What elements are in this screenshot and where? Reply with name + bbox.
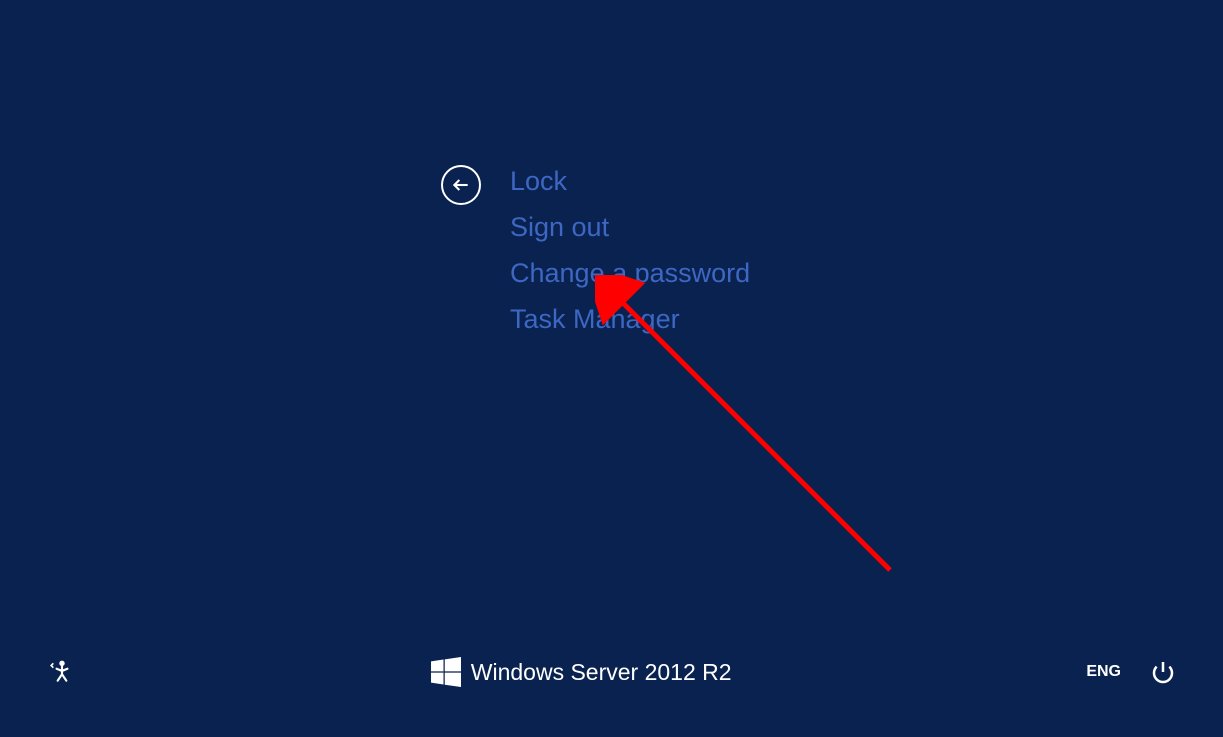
signout-option[interactable]: Sign out bbox=[510, 204, 750, 250]
right-controls: ENG bbox=[1086, 660, 1175, 684]
arrow-left-icon bbox=[451, 175, 471, 195]
change-password-option[interactable]: Change a password bbox=[510, 250, 750, 296]
back-button[interactable] bbox=[441, 165, 481, 205]
security-options-list: Lock Sign out Change a password Task Man… bbox=[510, 158, 750, 342]
windows-logo-icon bbox=[431, 657, 461, 687]
task-manager-option[interactable]: Task Manager bbox=[510, 296, 750, 342]
language-indicator[interactable]: ENG bbox=[1086, 663, 1121, 681]
power-button[interactable] bbox=[1151, 660, 1175, 684]
ease-of-access-icon bbox=[49, 659, 75, 685]
bottom-bar: Windows Server 2012 R2 ENG bbox=[0, 647, 1223, 697]
lock-option[interactable]: Lock bbox=[510, 158, 750, 204]
power-icon bbox=[1151, 660, 1175, 684]
branding-text: Windows Server 2012 R2 bbox=[471, 659, 732, 686]
os-branding: Windows Server 2012 R2 bbox=[431, 657, 732, 687]
ease-of-access-button[interactable] bbox=[48, 658, 76, 686]
